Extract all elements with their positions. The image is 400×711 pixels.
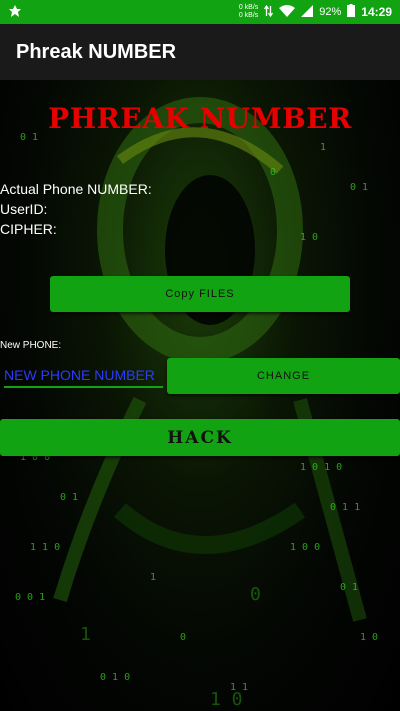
hack-button[interactable]: HACK: [0, 419, 400, 456]
clock: 14:29: [361, 5, 392, 19]
battery-percent: 92%: [319, 6, 342, 18]
change-button[interactable]: CHANGE: [167, 358, 400, 394]
svg-text:0: 0: [180, 632, 186, 643]
svg-text:1 0 1 0: 1 0 1 0: [300, 462, 342, 473]
data-transfer-icon: [264, 4, 274, 20]
net-speed-up: 0 kB/s: [238, 4, 259, 11]
svg-text:0 0 1: 0 0 1: [15, 592, 45, 603]
svg-text:1 0 0: 1 0 0: [290, 542, 320, 553]
userid-label: UserID:: [0, 201, 48, 217]
svg-text:1 0: 1 0: [210, 689, 243, 710]
battery-icon: [347, 4, 356, 20]
cipher-label: CIPHER:: [0, 221, 57, 237]
wifi-icon: [279, 4, 296, 20]
svg-text:0 1: 0 1: [60, 492, 78, 503]
svg-text:0 1: 0 1: [350, 182, 368, 193]
svg-text:1 1 0: 1 1 0: [30, 542, 60, 553]
net-speed-down: 0 kB/s: [238, 12, 259, 19]
app-bar: Phreak NUMBER: [0, 24, 400, 80]
new-phone-label: New PHONE:: [0, 340, 62, 351]
main-content: 0 1 1 0 1 1 0 0 1 0 0 0 1 1 1 0 0 0 1 1 …: [0, 80, 400, 711]
network-speed: 0 kB/s 0 kB/s: [239, 4, 258, 20]
leaf-notification-icon: [8, 4, 22, 21]
svg-text:1 0: 1 0: [300, 232, 318, 243]
page-headline: PHREAK NUMBER: [48, 102, 352, 135]
app-title: Phreak NUMBER: [16, 40, 177, 63]
new-phone-number-input[interactable]: [4, 364, 163, 388]
actual-phone-number-label: Actual Phone NUMBER:: [0, 181, 152, 197]
copy-files-button[interactable]: Copy FILES: [50, 276, 350, 312]
svg-text:1: 1: [150, 572, 156, 583]
svg-text:1: 1: [320, 142, 326, 153]
signal-icon: [301, 4, 314, 20]
matrix-background-image: 0 1 1 0 1 1 0 0 1 0 0 0 1 1 1 0 0 0 1 1 …: [15, 97, 378, 710]
svg-text:0 1 0: 0 1 0: [100, 672, 130, 683]
status-bar: 0 kB/s 0 kB/s 92% 14:29: [0, 0, 400, 24]
svg-text:1 0: 1 0: [360, 632, 378, 643]
svg-text:1: 1: [80, 624, 91, 645]
svg-text:0: 0: [250, 584, 261, 605]
svg-text:0: 0: [270, 167, 276, 178]
svg-text:0 1: 0 1: [340, 582, 358, 593]
svg-text:0 1 1: 0 1 1: [330, 502, 360, 513]
